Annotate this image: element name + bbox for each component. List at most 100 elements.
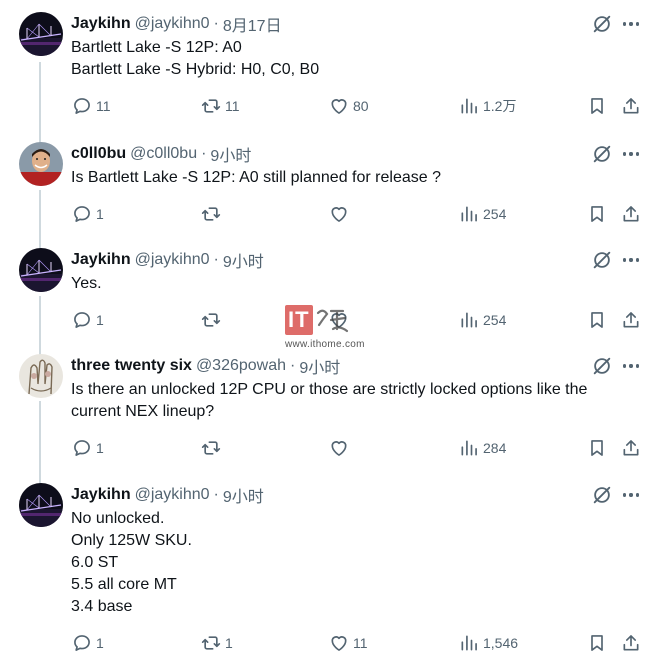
share-button[interactable] [621, 94, 641, 118]
share-button[interactable] [621, 202, 641, 226]
avatar[interactable] [19, 354, 63, 398]
bookmark-button[interactable] [587, 202, 607, 226]
views-chart-icon [461, 635, 477, 651]
tweet-actions: 1 284 [0, 436, 660, 460]
reply-count: 1 [96, 206, 104, 222]
bookmark-icon [591, 635, 603, 651]
reply-icon [74, 312, 90, 328]
like-button[interactable] [329, 436, 353, 460]
like-count: 11 [353, 635, 368, 651]
repost-button[interactable]: 1 [201, 631, 233, 655]
reply-button[interactable]: 1 [72, 308, 104, 332]
avatar[interactable] [19, 142, 63, 186]
user-handle[interactable]: @jaykihn0 [135, 251, 210, 269]
views-button[interactable]: 254 [459, 202, 506, 226]
views-button[interactable]: 1.2万 [459, 94, 516, 118]
repost-icon [201, 99, 221, 113]
grok-icon[interactable] [591, 13, 613, 35]
display-name[interactable]: Jaykihn [71, 486, 131, 504]
tweet-line: 3.4 base [71, 598, 133, 615]
reply-icon [74, 98, 90, 114]
reply-button[interactable]: 1 [72, 202, 104, 226]
display-name[interactable]: c0ll0bu [71, 145, 126, 163]
tweet[interactable]: three twenty six @326powah · 9小时 Is ther… [0, 343, 660, 471]
repost-button[interactable] [201, 308, 225, 332]
tweet[interactable]: Jaykihn @jaykihn0 · 9小时 No unlocked. Onl… [0, 471, 660, 660]
tweet-text: Is there an unlocked 12P CPU or those ar… [71, 379, 631, 423]
more-dots-icon[interactable] [620, 355, 642, 377]
views-chart-icon [461, 206, 477, 222]
tweet-text: Yes. [71, 273, 631, 295]
reply-count: 11 [96, 98, 111, 114]
tweet[interactable]: Jaykihn @jaykihn0 · 8月17日 Bartlett Lake … [0, 0, 660, 130]
display-name[interactable]: Jaykihn [71, 15, 131, 33]
views-chart-icon [461, 98, 477, 114]
like-button[interactable] [329, 308, 353, 332]
user-handle[interactable]: @jaykihn0 [135, 486, 210, 504]
user-handle[interactable]: @c0ll0bu [130, 145, 197, 163]
tweet-actions: 11 11 80 1.2万 [0, 94, 660, 118]
bookmark-button[interactable] [587, 308, 607, 332]
repost-button[interactable] [201, 202, 225, 226]
timestamp[interactable]: 9小时 [223, 483, 264, 507]
heart-icon [331, 636, 347, 651]
user-handle[interactable]: @326powah [196, 357, 286, 375]
repost-button[interactable] [201, 436, 225, 460]
heart-icon [331, 313, 347, 328]
like-button[interactable] [329, 202, 353, 226]
heart-icon [331, 207, 347, 222]
more-dots-icon[interactable] [620, 13, 642, 35]
grok-icon[interactable] [591, 249, 613, 271]
avatar[interactable] [19, 12, 63, 56]
reply-button[interactable]: 1 [72, 631, 104, 655]
tweet[interactable]: Jaykihn @jaykihn0 · 9小时 Yes. 1 254 [0, 237, 660, 343]
timestamp[interactable]: 9小时 [223, 248, 264, 272]
repost-button[interactable]: 11 [201, 94, 240, 118]
tweet-actions: 1 254 [0, 202, 660, 226]
bookmark-button[interactable] [587, 631, 607, 655]
grok-icon[interactable] [591, 484, 613, 506]
tweet-header: Jaykihn @jaykihn0 · 9小时 [71, 484, 580, 506]
separator: · [213, 251, 219, 268]
bookmark-icon [591, 440, 603, 456]
tweet-line: Is Bartlett Lake -S 12P: A0 still planne… [71, 169, 441, 186]
tweet[interactable]: c0ll0bu @c0ll0bu · 9小时 Is Bartlett Lake … [0, 130, 660, 240]
timestamp[interactable]: 8月17日 [223, 12, 282, 36]
tweet-header: three twenty six @326powah · 9小时 [71, 355, 580, 377]
grok-icon[interactable] [591, 355, 613, 377]
share-icon [623, 312, 639, 328]
separator: · [290, 357, 296, 374]
repost-count: 11 [225, 98, 240, 114]
display-name[interactable]: Jaykihn [71, 251, 131, 269]
like-button[interactable]: 80 [329, 94, 369, 118]
share-button[interactable] [621, 631, 641, 655]
reply-button[interactable]: 11 [72, 94, 111, 118]
bookmark-button[interactable] [587, 436, 607, 460]
user-handle[interactable]: @jaykihn0 [135, 15, 210, 33]
timestamp[interactable]: 9小时 [210, 142, 251, 166]
more-dots-icon[interactable] [620, 484, 642, 506]
avatar[interactable] [19, 483, 63, 527]
separator: · [201, 145, 207, 162]
tweet-text: Bartlett Lake -S 12P: A0 Bartlett Lake -… [71, 37, 631, 81]
tweet-header: c0ll0bu @c0ll0bu · 9小时 [71, 143, 580, 165]
views-button[interactable]: 1,546 [459, 631, 518, 655]
repost-count: 1 [225, 635, 233, 651]
timestamp[interactable]: 9小时 [299, 354, 340, 378]
share-button[interactable] [621, 436, 641, 460]
views-button[interactable]: 254 [459, 308, 506, 332]
view-count: 254 [483, 312, 507, 328]
grok-icon[interactable] [591, 143, 613, 165]
views-button[interactable]: 284 [459, 436, 506, 460]
tweet-line: Yes. [71, 275, 102, 292]
share-button[interactable] [621, 308, 641, 332]
more-dots-icon[interactable] [620, 143, 642, 165]
bookmark-button[interactable] [587, 94, 607, 118]
avatar[interactable] [19, 248, 63, 292]
reply-button[interactable]: 1 [72, 436, 104, 460]
more-dots-icon[interactable] [620, 249, 642, 271]
like-button[interactable]: 11 [329, 631, 368, 655]
view-count: 1,546 [483, 635, 519, 651]
separator: · [213, 486, 219, 503]
display-name[interactable]: three twenty six [71, 357, 192, 375]
